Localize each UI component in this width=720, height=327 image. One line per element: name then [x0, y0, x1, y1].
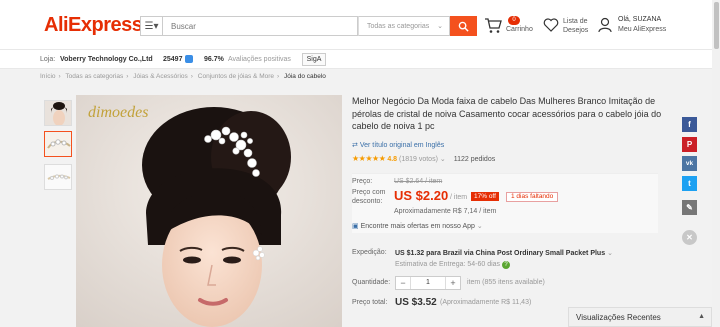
chevron-down-icon: ⌄ — [476, 223, 483, 230]
store-bar: Loja: Voberry Technology Co.,Ltd 25497 9… — [0, 49, 712, 69]
product-thumbnail[interactable] — [44, 100, 72, 126]
store-medal-icon — [185, 55, 193, 63]
follow-store-button[interactable]: SigA — [302, 53, 326, 66]
product-title: Melhor Negócio Da Moda faixa de cabelo D… — [352, 96, 662, 131]
top-header: AliExpress ☰▾ Buscar Todas as categorias… — [0, 0, 712, 49]
brand-watermark: dimoedes — [88, 104, 148, 121]
page-scrollbar[interactable] — [712, 0, 720, 327]
cart-icon — [485, 18, 502, 33]
translate-icon: ⇄ — [352, 142, 360, 149]
rating-row: ★★★★★ 4.8 (1819 votos) ⌄ 1122 pedidos — [352, 154, 495, 163]
approx-price-brl: Aproximadamente R$ 7,14 / item — [394, 208, 497, 215]
delivery-estimate: Estimativa de Entrega: 54-60 dias? — [395, 261, 511, 269]
search-input[interactable]: Buscar — [162, 16, 358, 36]
total-price: US $3.52 — [395, 297, 437, 308]
view-original-title-link[interactable]: ⇄ Ver título original em Inglês — [352, 141, 444, 149]
breadcrumb-current: Jóia do cabelo — [284, 73, 326, 80]
facebook-share-button[interactable]: f — [682, 117, 697, 132]
search-category-label: Todas as categorias — [367, 23, 430, 30]
scrollbar-thumb[interactable] — [714, 2, 719, 49]
rating-value: 4.8 — [387, 156, 398, 163]
store-rating-count: 25497 — [163, 56, 183, 63]
price-unit: / item — [450, 194, 468, 201]
pinterest-share-button[interactable]: P — [682, 137, 697, 152]
product-main-image[interactable]: dimoedes — [76, 95, 342, 327]
discount-price-label: Preço com desconto: — [352, 189, 386, 205]
original-price: US $2.64 / item — [394, 178, 443, 185]
chevron-up-icon: ▲ — [698, 313, 705, 320]
user-account-menu[interactable]: Olá, SUZANA Meu AliExpress — [598, 14, 708, 38]
store-positive-label: Avaliações positivas — [228, 56, 291, 63]
pinterest-icon: P — [686, 140, 693, 149]
my-aliexpress-link[interactable]: Meu AliExpress — [618, 26, 666, 33]
twitter-icon: t — [688, 179, 691, 188]
rating-stars: ★★★★★ — [352, 154, 386, 163]
pencil-icon: ✎ — [686, 203, 693, 212]
menu-icon: ☰▾ — [144, 20, 159, 32]
heart-icon — [543, 18, 559, 32]
vk-icon: vk — [685, 160, 694, 167]
wishlist-link[interactable]: Lista de Desejos — [543, 16, 593, 40]
rating-votes-link[interactable]: (1819 votos) — [399, 156, 438, 163]
breadcrumb-item[interactable]: Início — [40, 73, 56, 80]
breadcrumb-item[interactable]: Jóias & Acessórios — [133, 73, 188, 80]
chevron-down-icon: ⌄ — [607, 250, 613, 257]
price-label: Preço: — [352, 178, 373, 185]
days-left-badge: 1 dias faltando — [506, 192, 559, 202]
decrease-quantity-button[interactable]: − — [396, 277, 410, 289]
discount-badge: 17% off — [471, 192, 499, 201]
search-button[interactable] — [450, 16, 477, 36]
help-icon[interactable]: ? — [502, 261, 511, 269]
app-offers-link[interactable]: ▣ Encontre mais ofertas em nosso App ⌄ — [352, 222, 483, 230]
total-price-label: Preço total: — [352, 299, 388, 306]
breadcrumb-item[interactable]: Todas as categorias — [65, 73, 123, 80]
shipping-method-select[interactable]: US $1.32 para Brazil via China Post Ordi… — [395, 249, 613, 257]
store-name-link[interactable]: Voberry Technology Co.,Ltd — [60, 56, 153, 63]
price-box: Preço: US $2.64 / item Preço com descont… — [352, 173, 658, 233]
discount-price: US $2.20 — [394, 188, 449, 203]
search-icon — [458, 21, 469, 32]
order-count: 1122 pedidos — [453, 156, 496, 163]
category-menu-button[interactable]: ☰▾ — [140, 16, 162, 36]
product-thumbnail-selected[interactable] — [44, 131, 72, 157]
twitter-share-button[interactable]: t — [682, 176, 697, 191]
aliexpress-logo[interactable]: AliExpress — [44, 14, 143, 37]
breadcrumb: Início › Todas as categorias › Jóias & Ace… — [40, 73, 326, 80]
logo-text: AliExpress — [44, 14, 143, 36]
shipping-label: Expedição: — [352, 249, 387, 256]
facebook-icon: f — [688, 120, 691, 129]
shipping-price: US $1.32 — [395, 250, 425, 257]
close-share-button[interactable]: ✕ — [682, 230, 697, 245]
product-info: Melhor Negócio Da Moda faixa de cabelo D… — [352, 95, 662, 163]
chevron-down-icon: ⌄ — [437, 23, 443, 30]
increase-quantity-button[interactable]: + — [446, 277, 460, 289]
total-approx-brl: (Aproximadamente R$ 11,43) — [440, 299, 532, 306]
store-label: Loja: — [40, 56, 56, 63]
quantity-stepper: − 1 + — [395, 276, 461, 290]
store-positive-percent: 96.7% — [204, 56, 224, 63]
edit-button[interactable]: ✎ — [682, 200, 697, 215]
product-thumbnail[interactable] — [44, 164, 72, 190]
search-category-select[interactable]: Todas as categorias ⌄ — [358, 16, 450, 36]
vk-share-button[interactable]: vk — [682, 156, 697, 171]
cart-count-badge: 0 — [508, 16, 520, 25]
chevron-down-icon: ⌄ — [439, 156, 446, 163]
recently-viewed-toggle[interactable]: Visualizações Recentes ▲ — [568, 307, 712, 327]
quantity-available: item (855 itens available) — [467, 279, 545, 286]
breadcrumb-item[interactable]: Conjuntos de jóias & More — [198, 73, 274, 80]
bride-photo: dimoedes — [76, 95, 342, 327]
wishlist-label: Lista de Desejos — [563, 18, 589, 34]
recently-viewed-label: Visualizações Recentes — [576, 313, 661, 322]
cart-button[interactable]: 0 Carrinho — [484, 16, 540, 36]
search-placeholder: Buscar — [171, 22, 196, 31]
cart-label: Carrinho — [506, 26, 533, 33]
shipping-desc: para Brazil via China Post Ordinary Smal… — [426, 250, 606, 257]
user-icon — [598, 17, 612, 33]
close-icon: ✕ — [686, 233, 693, 242]
user-greeting: Olá, SUZANA — [618, 16, 662, 23]
mobile-app-icon: ▣ — [352, 223, 361, 230]
quantity-input[interactable]: 1 — [410, 277, 446, 289]
quantity-label: Quantidade: — [352, 279, 391, 286]
